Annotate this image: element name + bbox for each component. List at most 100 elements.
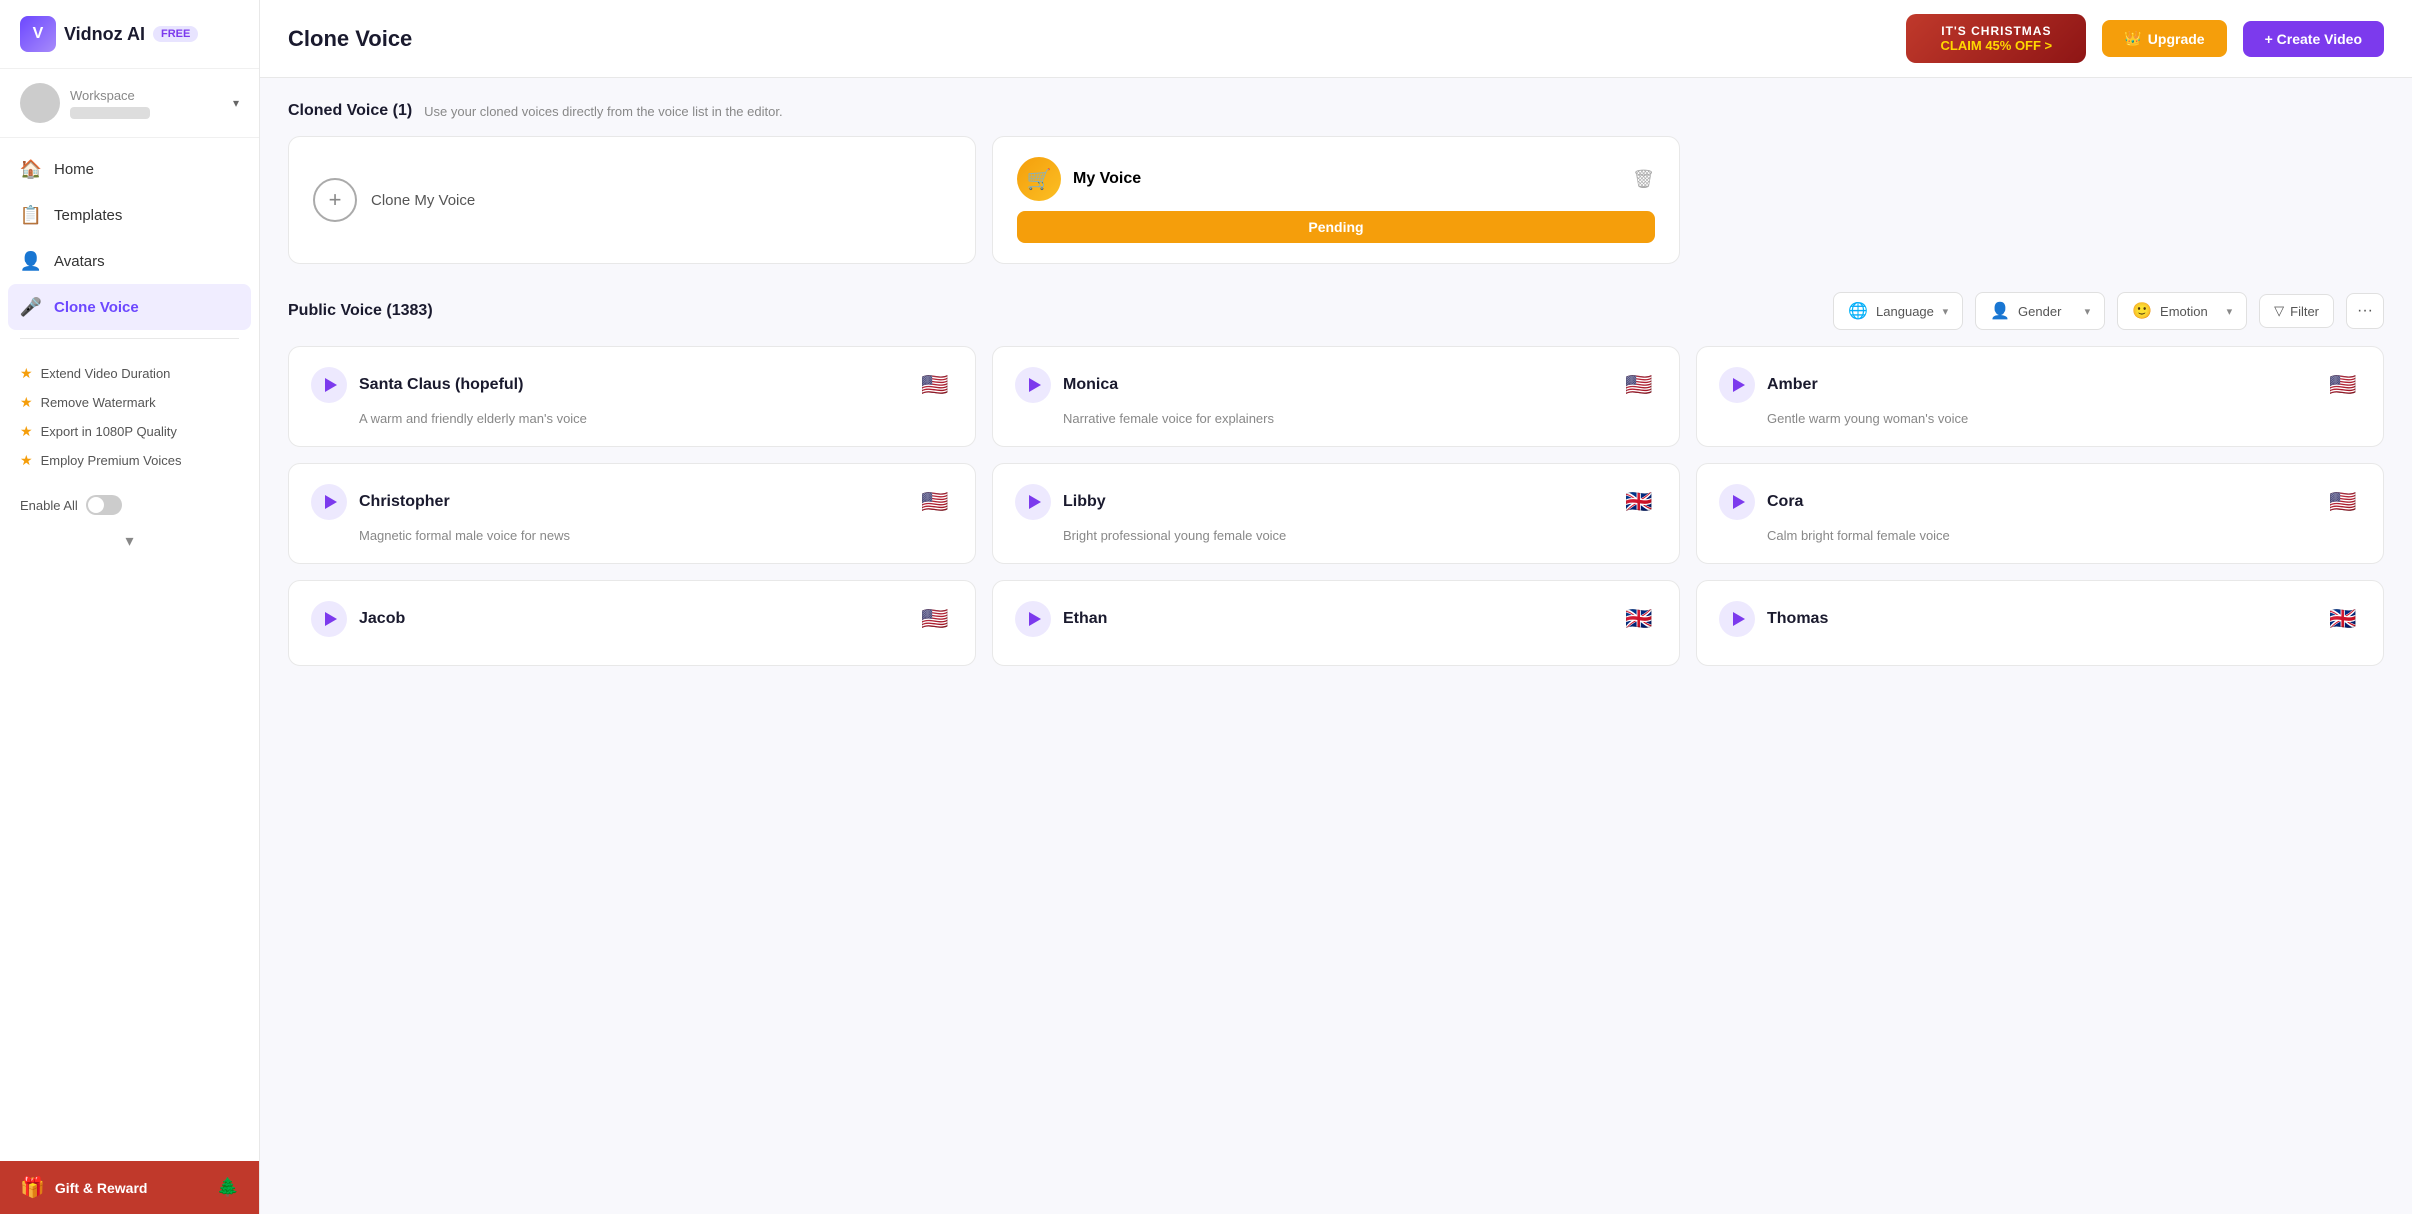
- voice-grid: Santa Claus (hopeful) 🇺🇸 A warm and frie…: [288, 346, 2384, 666]
- delete-voice-button[interactable]: 🗑: [1632, 169, 1655, 190]
- voice-christopher-name: Christopher: [359, 493, 905, 511]
- play-triangle-icon: [1029, 495, 1041, 509]
- voice-amber-flag: 🇺🇸: [2325, 367, 2361, 403]
- play-triangle-icon: [325, 495, 337, 509]
- premium-quality[interactable]: ★ Export in 1080P Quality: [20, 417, 239, 446]
- workspace-info: Workspace: [70, 88, 223, 119]
- clone-plus-icon: +: [313, 178, 357, 222]
- voice-card-jacob-header: Jacob 🇺🇸: [311, 601, 953, 637]
- play-thomas-button[interactable]: [1719, 601, 1755, 637]
- nav-divider: [20, 338, 239, 339]
- voice-card-thomas[interactable]: Thomas 🇬🇧: [1696, 580, 2384, 666]
- sidebar-item-templates[interactable]: 📋 Templates: [0, 192, 259, 238]
- my-voice-name: My Voice: [1073, 170, 1620, 188]
- upgrade-button[interactable]: 👑 Upgrade: [2102, 20, 2226, 57]
- filters-row: Public Voice (1383) 🌐 Language ▾ 👤 Gende…: [288, 292, 2384, 330]
- gender-icon: 👤: [1990, 301, 2010, 321]
- play-santa-button[interactable]: [311, 367, 347, 403]
- gender-filter[interactable]: 👤 Gender ▾: [1975, 292, 2105, 330]
- voice-cora-desc: Calm bright formal female voice: [1719, 528, 2361, 543]
- voice-card-amber[interactable]: Amber 🇺🇸 Gentle warm young woman's voice: [1696, 346, 2384, 447]
- play-triangle-icon: [325, 612, 337, 626]
- voice-card-jacob[interactable]: Jacob 🇺🇸: [288, 580, 976, 666]
- emotion-chevron-icon: ▾: [2227, 305, 2233, 318]
- emotion-filter[interactable]: 🙂 Emotion ▾: [2117, 292, 2247, 330]
- clone-my-voice-card[interactable]: + Clone My Voice: [288, 136, 976, 264]
- premium-voices[interactable]: ★ Employ Premium Voices: [20, 446, 239, 475]
- play-triangle-icon: [325, 378, 337, 392]
- free-badge: FREE: [153, 26, 198, 42]
- emotion-filter-label: Emotion: [2160, 304, 2208, 319]
- logo-letter: V: [33, 25, 44, 43]
- cloned-section-title: Cloned Voice (1): [288, 102, 412, 120]
- main-content: Clone Voice IT'S CHRISTMAS CLAIM 45% OFF…: [260, 0, 2412, 1214]
- chevron-down-icon: ▾: [233, 96, 239, 110]
- sidebar-item-home[interactable]: 🏠 Home: [0, 146, 259, 192]
- voice-card-cora-header: Cora 🇺🇸: [1719, 484, 2361, 520]
- sidebar-item-templates-label: Templates: [54, 207, 122, 224]
- create-video-label: + Create Video: [2265, 31, 2362, 47]
- public-voice-title: Public Voice (1383): [288, 302, 433, 320]
- voice-thomas-name: Thomas: [1767, 610, 2313, 628]
- emotion-icon: 🙂: [2132, 301, 2152, 321]
- voice-card-amber-header: Amber 🇺🇸: [1719, 367, 2361, 403]
- voice-christopher-flag: 🇺🇸: [917, 484, 953, 520]
- sidebar-item-avatars[interactable]: 👤 Avatars: [0, 238, 259, 284]
- premium-extend[interactable]: ★ Extend Video Duration: [20, 359, 239, 388]
- play-triangle-icon: [1733, 495, 1745, 509]
- sidebar: V Vidnoz AI FREE Workspace ▾ 🏠 Home 📋 Te…: [0, 0, 260, 1214]
- play-christopher-button[interactable]: [311, 484, 347, 520]
- more-options-button[interactable]: ···: [2346, 293, 2384, 329]
- play-cora-button[interactable]: [1719, 484, 1755, 520]
- play-ethan-button[interactable]: [1015, 601, 1051, 637]
- sidebar-item-avatars-label: Avatars: [54, 253, 105, 270]
- filter-funnel-icon: ▽: [2274, 303, 2284, 319]
- voice-card-libby[interactable]: Libby 🇬🇧 Bright professional young femal…: [992, 463, 1680, 564]
- voice-santa-desc: A warm and friendly elderly man's voice: [311, 411, 953, 426]
- collapse-button[interactable]: ▾: [0, 523, 259, 559]
- play-triangle-icon: [1733, 612, 1745, 626]
- voice-ethan-name: Ethan: [1063, 610, 1609, 628]
- play-amber-button[interactable]: [1719, 367, 1755, 403]
- pending-badge[interactable]: Pending: [1017, 211, 1655, 243]
- avatar: [20, 83, 60, 123]
- sidebar-item-clone-voice-label: Clone Voice: [54, 299, 139, 316]
- christmas-banner[interactable]: IT'S CHRISTMAS CLAIM 45% OFF >: [1906, 14, 2086, 63]
- voice-card-cora[interactable]: Cora 🇺🇸 Calm bright formal female voice: [1696, 463, 2384, 564]
- create-video-button[interactable]: + Create Video: [2243, 21, 2384, 57]
- play-triangle-icon: [1029, 378, 1041, 392]
- play-libby-button[interactable]: [1015, 484, 1051, 520]
- play-triangle-icon: [1733, 378, 1745, 392]
- clone-my-voice-label: Clone My Voice: [371, 192, 475, 209]
- voice-libby-name: Libby: [1063, 493, 1609, 511]
- voice-santa-flag: 🇺🇸: [917, 367, 953, 403]
- filter-button[interactable]: ▽ Filter: [2259, 294, 2334, 328]
- workspace-label: Workspace: [70, 88, 223, 103]
- sidebar-item-clone-voice[interactable]: 🎤 Clone Voice: [8, 284, 251, 330]
- voice-card-christopher[interactable]: Christopher 🇺🇸 Magnetic formal male voic…: [288, 463, 976, 564]
- gender-chevron-icon: ▾: [2085, 305, 2091, 318]
- play-jacob-button[interactable]: [311, 601, 347, 637]
- crown-icon: 👑: [2124, 30, 2141, 47]
- voice-card-monica[interactable]: Monica 🇺🇸 Narrative female voice for exp…: [992, 346, 1680, 447]
- language-filter[interactable]: 🌐 Language ▾: [1833, 292, 1963, 330]
- star-icon-3: ★: [20, 423, 33, 440]
- voice-ethan-flag: 🇬🇧: [1621, 601, 1657, 637]
- play-monica-button[interactable]: [1015, 367, 1051, 403]
- workspace-name: [70, 107, 150, 119]
- voice-monica-name: Monica: [1063, 376, 1609, 394]
- gift-reward-banner[interactable]: 🎁 Gift & Reward 🌲: [0, 1161, 259, 1214]
- voice-thomas-flag: 🇬🇧: [2325, 601, 2361, 637]
- premium-watermark[interactable]: ★ Remove Watermark: [20, 388, 239, 417]
- premium-extend-label: Extend Video Duration: [41, 366, 171, 381]
- voice-jacob-name: Jacob: [359, 610, 905, 628]
- clone-voice-icon: 🎤: [20, 296, 42, 318]
- voice-libby-desc: Bright professional young female voice: [1015, 528, 1657, 543]
- enable-all-row: Enable All: [0, 487, 259, 523]
- play-triangle-icon: [1029, 612, 1041, 626]
- my-voice-header: 🛒 My Voice 🗑: [1017, 157, 1655, 201]
- voice-card-santa[interactable]: Santa Claus (hopeful) 🇺🇸 A warm and frie…: [288, 346, 976, 447]
- voice-card-ethan[interactable]: Ethan 🇬🇧: [992, 580, 1680, 666]
- workspace-selector[interactable]: Workspace ▾: [0, 69, 259, 138]
- enable-all-toggle[interactable]: [86, 495, 122, 515]
